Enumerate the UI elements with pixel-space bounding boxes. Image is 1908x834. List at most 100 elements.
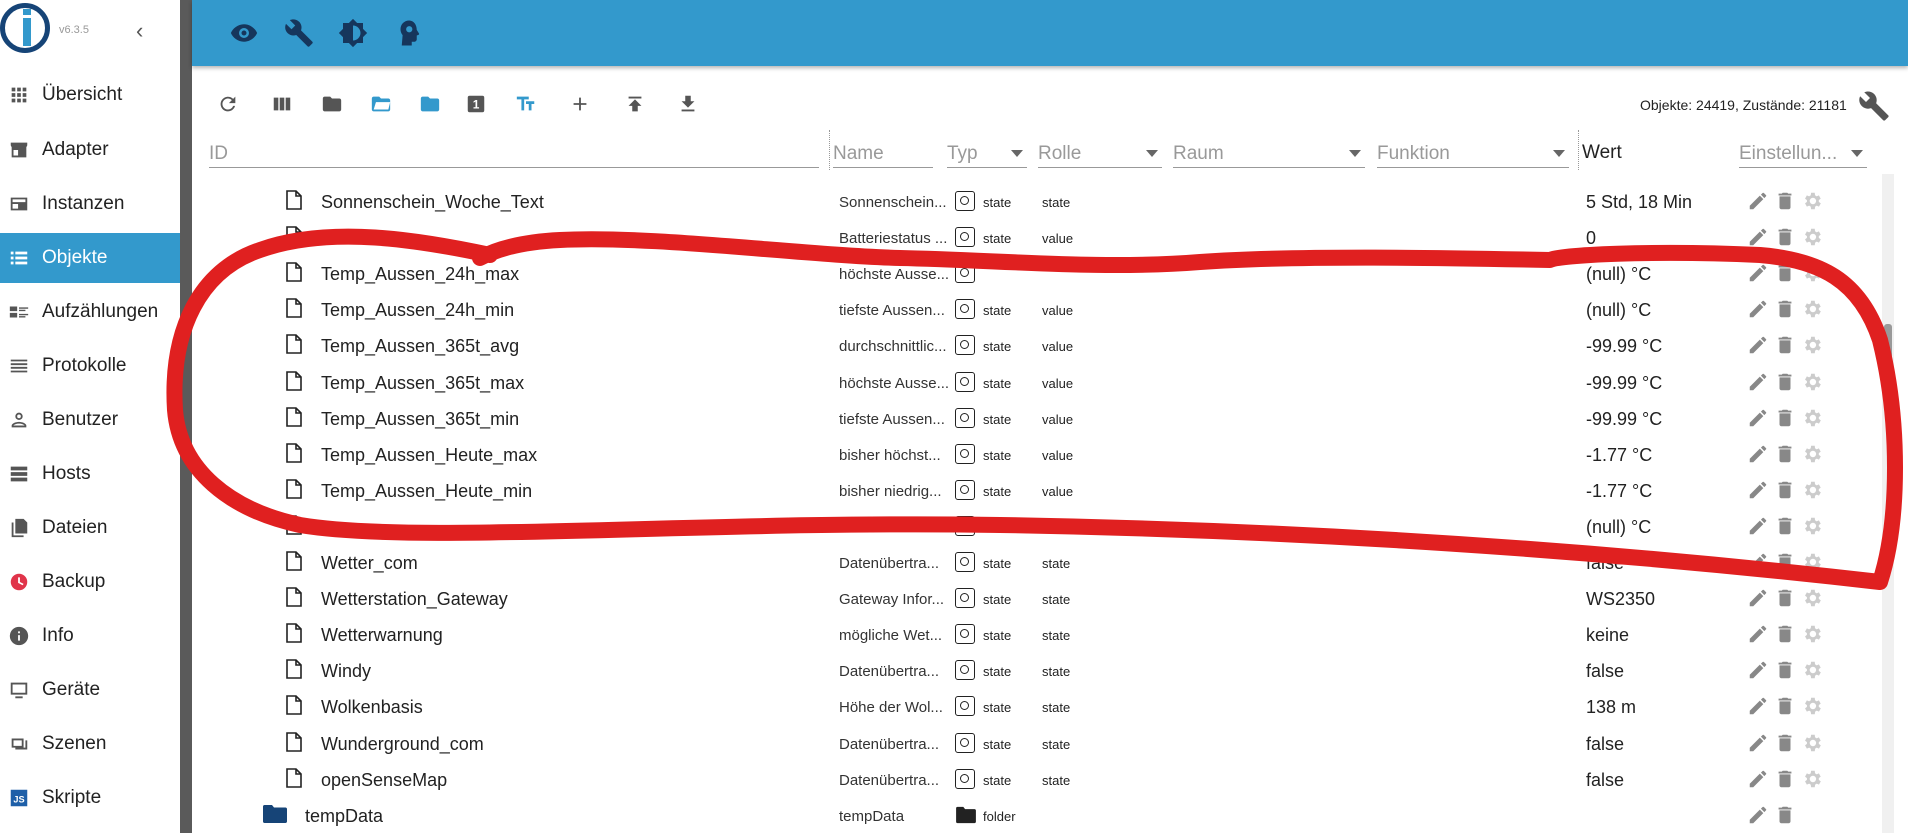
delete-icon[interactable] — [1774, 732, 1796, 754]
row-value[interactable]: false — [1586, 770, 1624, 791]
sidebar-item-info[interactable]: Info — [0, 611, 180, 661]
room-filter-select[interactable]: Raum — [1173, 138, 1365, 168]
delete-icon[interactable] — [1774, 695, 1796, 717]
name-filter-input[interactable]: Name — [833, 138, 933, 168]
row-value[interactable]: 138 m — [1586, 697, 1636, 718]
table-row[interactable]: Temp_Aussen_Heute_max bisher höchst... sta… — [192, 437, 1882, 473]
sidebar-item-dateien[interactable]: Dateien — [0, 503, 180, 553]
settings-wrench-icon[interactable] — [1858, 90, 1890, 122]
sidebar-scrollbar[interactable] — [180, 0, 192, 833]
delete-icon[interactable] — [1774, 298, 1796, 320]
row-value[interactable]: (null) °C — [1586, 517, 1651, 538]
gear-icon[interactable] — [1801, 443, 1823, 465]
gear-icon[interactable] — [1801, 732, 1823, 754]
table-row[interactable]: Wetterstation_Gateway Gateway Infor... sta… — [192, 581, 1882, 617]
row-value[interactable]: 5 Std, 18 Min — [1586, 192, 1692, 213]
theme-icon[interactable] — [338, 18, 368, 48]
folder-icon[interactable] — [318, 90, 346, 118]
table-row[interactable]: value (null) °C — [192, 509, 1882, 545]
delete-icon[interactable] — [1774, 443, 1796, 465]
row-value[interactable]: WS2350 — [1586, 589, 1655, 610]
download-icon[interactable] — [674, 90, 702, 118]
edit-icon[interactable] — [1747, 407, 1769, 429]
delete-icon[interactable] — [1774, 551, 1796, 573]
sidebar-item-protokolle[interactable]: Protokolle — [0, 341, 180, 391]
column-resizer[interactable] — [1578, 130, 1579, 170]
row-value[interactable]: false — [1586, 734, 1624, 755]
delete-icon[interactable] — [1774, 623, 1796, 645]
row-value[interactable]: 0 — [1586, 228, 1596, 249]
text-size-icon[interactable] — [512, 90, 540, 118]
delete-icon[interactable] — [1774, 659, 1796, 681]
edit-icon[interactable] — [1747, 298, 1769, 320]
delete-icon[interactable] — [1774, 334, 1796, 356]
table-row[interactable]: Batteriestatus ... state value 0 — [192, 220, 1882, 256]
sidebar-item-übersicht[interactable]: Übersicht — [0, 70, 180, 120]
table-row[interactable]: Wunderground_com Datenübertra... state stat… — [192, 726, 1882, 762]
gear-icon[interactable] — [1801, 190, 1823, 212]
sidebar-item-geräte[interactable]: Geräte — [0, 665, 180, 715]
table-row[interactable]: Temp_Aussen_365t_min tiefste Aussen... sta… — [192, 401, 1882, 437]
table-row[interactable]: Temp_Aussen_365t_max höchste Ausse... stat… — [192, 365, 1882, 401]
id-filter-input[interactable]: ID — [209, 138, 819, 168]
add-icon[interactable] — [566, 90, 594, 118]
row-value[interactable]: false — [1586, 661, 1624, 682]
gear-icon[interactable] — [1801, 587, 1823, 609]
sidebar-item-aufzählungen[interactable]: Aufzählungen — [0, 287, 180, 337]
row-value[interactable]: keine — [1586, 625, 1629, 646]
gear-icon[interactable] — [1801, 371, 1823, 393]
edit-icon[interactable] — [1747, 443, 1769, 465]
row-value[interactable]: -99.99 °C — [1586, 373, 1662, 394]
delete-icon[interactable] — [1774, 479, 1796, 501]
edit-icon[interactable] — [1747, 262, 1769, 284]
edit-icon[interactable] — [1747, 623, 1769, 645]
table-row[interactable]: Temp_Aussen_24h_max höchste Ausse... (null… — [192, 256, 1882, 292]
table-scrollbar[interactable] — [1882, 174, 1894, 833]
wrench-icon[interactable] — [284, 18, 314, 48]
refresh-icon[interactable] — [214, 90, 242, 118]
edit-icon[interactable] — [1747, 479, 1769, 501]
edit-icon[interactable] — [1747, 695, 1769, 717]
collapse-sidebar-icon[interactable]: ‹ — [136, 18, 143, 44]
delete-icon[interactable] — [1774, 515, 1796, 537]
sidebar-item-hosts[interactable]: Hosts — [0, 449, 180, 499]
settings-filter-select[interactable]: Einstellun... — [1739, 138, 1867, 168]
type-filter-select[interactable]: Typ — [947, 138, 1027, 168]
gear-icon[interactable] — [1801, 334, 1823, 356]
gear-icon[interactable] — [1801, 515, 1823, 537]
sidebar-item-adapter[interactable]: Adapter — [0, 125, 180, 175]
folder-open-icon[interactable] — [367, 90, 395, 118]
table-row[interactable]: Temp_Aussen_Heute_min bisher niedrig... st… — [192, 473, 1882, 509]
delete-icon[interactable] — [1774, 768, 1796, 790]
delete-icon[interactable] — [1774, 371, 1796, 393]
gear-icon[interactable] — [1801, 226, 1823, 248]
edit-icon[interactable] — [1747, 515, 1769, 537]
gear-icon[interactable] — [1801, 479, 1823, 501]
function-filter-select[interactable]: Funktion — [1377, 138, 1569, 168]
sidebar-item-skripte[interactable]: JS Skripte — [0, 773, 180, 823]
table-row[interactable]: Windy Datenübertra... state state false — [192, 653, 1882, 689]
edit-icon[interactable] — [1747, 587, 1769, 609]
delete-icon[interactable] — [1774, 587, 1796, 609]
edit-icon[interactable] — [1747, 371, 1769, 393]
row-value[interactable]: (null) °C — [1586, 264, 1651, 285]
table-row[interactable]: Temp_Aussen_365t_avg durchschnittlic... st… — [192, 328, 1882, 364]
row-value[interactable]: -99.99 °C — [1586, 336, 1662, 357]
row-value[interactable]: -99.99 °C — [1586, 409, 1662, 430]
table-row[interactable]: openSenseMap Datenübertra... state state fal… — [192, 762, 1882, 798]
role-filter-select[interactable]: Rolle — [1038, 138, 1162, 168]
table-row-folder[interactable]: tempData tempData folder — [192, 798, 1882, 834]
folder-blue-icon[interactable] — [416, 90, 444, 118]
table-row[interactable]: Wolkenbasis Höhe der Wol... state state 138 … — [192, 689, 1882, 725]
delete-icon[interactable] — [1774, 226, 1796, 248]
sidebar-item-instanzen[interactable]: Instanzen — [0, 179, 180, 229]
table-row[interactable]: Wetter_com Datenübertra... state state false — [192, 545, 1882, 581]
folder-icon[interactable] — [262, 804, 288, 824]
gear-icon[interactable] — [1801, 659, 1823, 681]
column-resizer[interactable] — [829, 130, 830, 170]
sidebar-item-objekte[interactable]: Objekte — [0, 233, 180, 283]
table-row[interactable]: Sonnenschein_Woche_Text Sonnenschein... st… — [192, 184, 1882, 220]
gear-icon[interactable] — [1801, 551, 1823, 573]
edit-icon[interactable] — [1747, 804, 1769, 826]
row-value[interactable]: -1.77 °C — [1586, 445, 1652, 466]
